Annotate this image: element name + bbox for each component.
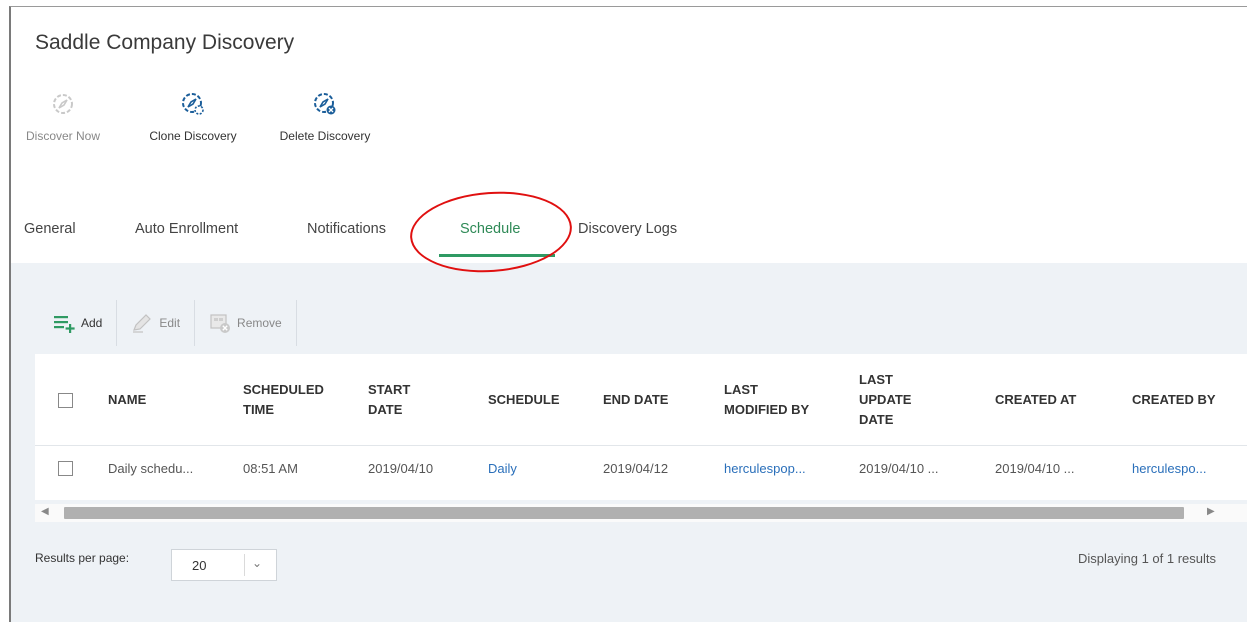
cell-last-modified-by-link[interactable]: herculespop... (724, 461, 806, 476)
clone-discovery-button[interactable]: Clone Discovery (136, 91, 250, 143)
remove-button[interactable]: Remove (195, 300, 297, 346)
scroll-right-arrow-icon[interactable]: ▶ (1207, 506, 1215, 517)
cell-schedule-link[interactable]: Daily (488, 461, 517, 476)
row-checkbox[interactable] (58, 461, 73, 476)
column-header-last-modified-by[interactable]: LAST MODIFIED BY (724, 380, 809, 420)
add-button[interactable]: Add (39, 300, 118, 346)
add-label: Add (81, 316, 103, 330)
cell-start-date: 2019/04/10 (368, 461, 434, 476)
horizontal-scrollbar[interactable]: ◀ ▶ (35, 504, 1247, 522)
results-per-page-value: 20 (192, 558, 207, 573)
column-header-last-update-date[interactable]: LAST UPDATE DATE (859, 370, 911, 430)
delete-discovery-label: Delete Discovery (279, 129, 371, 143)
cell-created-by-link[interactable]: herculespo... (1132, 461, 1206, 476)
cell-name: Daily schedu... (108, 461, 194, 476)
clone-discovery-label: Clone Discovery (149, 129, 237, 143)
scrollbar-thumb[interactable] (64, 507, 1184, 519)
clone-discovery-icon (182, 93, 204, 115)
column-header-name[interactable]: NAME (108, 390, 146, 410)
tab-auto-enrollment[interactable]: Auto Enrollment (135, 221, 238, 237)
column-header-schedule[interactable]: SCHEDULE (488, 390, 560, 410)
discover-now-icon (53, 94, 73, 114)
table-header: NAME SCHEDULED TIME START DATE SCHEDULE EN… (35, 354, 1247, 446)
cell-last-update-date: 2019/04/10 ... (859, 461, 939, 476)
table-row[interactable]: Daily schedu... 08:51 AM 2019/04/10 Dail… (35, 446, 1247, 492)
results-count: Displaying 1 of 1 results (1077, 551, 1216, 566)
remove-label: Remove (237, 316, 282, 330)
discover-now-button[interactable]: Discover Now (11, 91, 115, 143)
column-header-scheduled-time[interactable]: SCHEDULED TIME (243, 380, 324, 420)
add-list-icon (54, 316, 75, 333)
cell-end-date: 2019/04/12 (603, 461, 669, 476)
discovery-window: Saddle Company Discovery Discover Now Cl… (9, 6, 1247, 622)
cell-created-at: 2019/04/10 ... (995, 461, 1075, 476)
edit-label: Edit (159, 316, 181, 330)
edit-pencil-icon (133, 314, 152, 333)
column-header-created-by[interactable]: CREATED BY (1132, 390, 1216, 410)
column-header-created-at[interactable]: CREATED AT (995, 390, 1076, 410)
results-per-page-select[interactable]: 20 ⌄ (171, 549, 277, 581)
select-divider (244, 554, 245, 576)
select-all-checkbox[interactable] (58, 393, 73, 408)
tab-bar: General Auto Enrollment Notifications Sc… (11, 207, 1247, 263)
tab-notifications[interactable]: Notifications (307, 221, 386, 237)
delete-discovery-button[interactable]: Delete Discovery (265, 91, 385, 143)
chevron-down-icon: ⌄ (252, 556, 263, 570)
schedule-actions: Add Edit Remove (39, 300, 297, 346)
delete-discovery-icon (314, 93, 336, 115)
page-title: Saddle Company Discovery (35, 31, 295, 54)
tab-discovery-logs[interactable]: Discovery Logs (578, 221, 677, 237)
results-per-page-label: Results per page: (35, 551, 130, 565)
remove-icon (210, 314, 231, 333)
edit-button[interactable]: Edit (117, 300, 196, 346)
tab-general[interactable]: General (24, 221, 76, 237)
discover-now-label: Discover Now (25, 129, 100, 143)
schedule-table: NAME SCHEDULED TIME START DATE SCHEDULE EN… (35, 354, 1247, 500)
cell-scheduled-time: 08:51 AM (243, 461, 298, 476)
column-header-start-date[interactable]: START DATE (368, 380, 410, 420)
scroll-left-arrow-icon[interactable]: ◀ (41, 506, 49, 517)
column-header-end-date[interactable]: END DATE (603, 390, 668, 410)
